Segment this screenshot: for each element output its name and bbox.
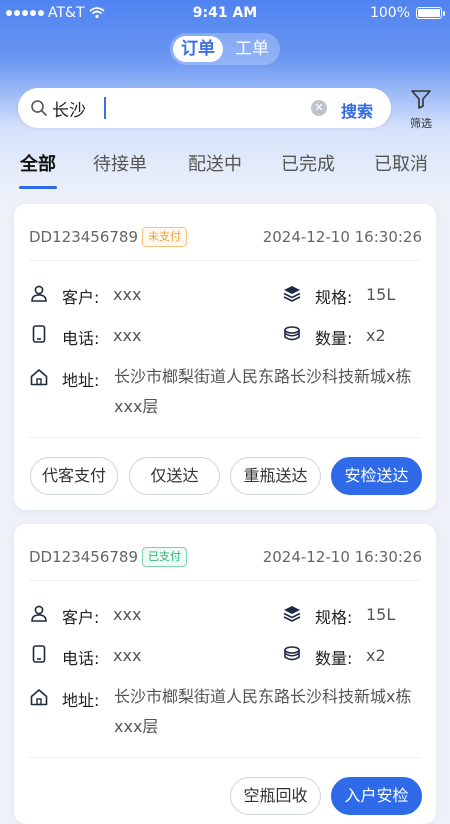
status-right: 100% <box>369 5 445 21</box>
customer-value: xxx <box>113 605 142 624</box>
phone-icon <box>32 325 46 343</box>
divider <box>29 580 421 581</box>
status-badge: 已支付 <box>142 547 187 567</box>
qty-value: x2 <box>366 326 386 345</box>
layers-icon <box>283 606 301 622</box>
search-bar: ✕ 搜索 <box>18 88 391 128</box>
qty-label: 数量: <box>315 649 353 668</box>
filter-button[interactable]: 筛选 <box>405 88 437 131</box>
address-value: 长沙市榔梨街道人民东路长沙科技新城x栋xxx层 <box>114 367 412 416</box>
customer-label: 客户: <box>62 288 100 307</box>
customer-label: 客户: <box>62 608 100 627</box>
status-bar: AT&T 9:41 AM 100% <box>0 0 450 28</box>
tab-completed[interactable]: 已完成 <box>281 150 335 176</box>
tab-work-orders[interactable]: 工单 <box>227 36 277 62</box>
layers-icon <box>283 286 301 302</box>
phone-label: 电话: <box>62 329 100 348</box>
tab-cancelled[interactable]: 已取消 <box>374 150 428 176</box>
qty-value: x2 <box>366 646 386 665</box>
phone-value: xxx <box>113 326 142 345</box>
active-tab-indicator <box>19 186 57 189</box>
address-label: 地址: <box>62 691 100 710</box>
battery-icon <box>416 7 445 19</box>
home-icon <box>30 369 48 386</box>
empty-bottle-recycle-button[interactable]: 空瓶回收 <box>230 777 321 815</box>
spec-label: 规格: <box>315 288 353 307</box>
battery-percent: 100% <box>369 5 410 21</box>
order-card[interactable]: DD123456789 未支付 2024-12-10 16:30:26 客户: … <box>14 204 436 510</box>
top-segment: 订单 工单 <box>170 33 280 65</box>
customer-value: xxx <box>113 285 142 304</box>
spec-value: 15L <box>366 605 396 624</box>
tab-all[interactable]: 全部 <box>20 150 56 176</box>
user-icon <box>31 285 47 302</box>
divider <box>29 260 421 261</box>
phone-value: xxx <box>113 646 142 665</box>
clear-icon[interactable]: ✕ <box>311 100 327 116</box>
cylinder-icon <box>284 326 300 341</box>
order-time: 2024-12-10 16:30:26 <box>262 228 422 246</box>
order-time: 2024-12-10 16:30:26 <box>262 548 422 566</box>
user-icon <box>31 605 47 622</box>
search-icon <box>31 100 47 116</box>
order-number: DD123456789 <box>29 228 138 246</box>
filter-label: 筛选 <box>410 117 432 130</box>
order-number: DD123456789 <box>29 548 138 566</box>
spec-value: 15L <box>366 285 396 304</box>
home-icon <box>30 689 48 706</box>
qty-label: 数量: <box>315 329 353 348</box>
status-tabs: 全部 待接单 配送中 已完成 已取消 <box>0 145 450 190</box>
deliver-only-button[interactable]: 仅送达 <box>129 457 220 495</box>
filter-icon <box>411 90 431 109</box>
tab-orders[interactable]: 订单 <box>173 36 223 62</box>
address-value: 长沙市榔梨街道人民东路长沙科技新城x栋xxx层 <box>114 687 412 736</box>
phone-label: 电话: <box>62 649 100 668</box>
order-card[interactable]: DD123456789 已支付 2024-12-10 16:30:26 客户: … <box>14 524 436 824</box>
phone-icon <box>32 645 46 663</box>
text-caret <box>104 97 106 119</box>
full-bottle-deliver-button[interactable]: 重瓶送达 <box>230 457 321 495</box>
pay-for-customer-button[interactable]: 代客支付 <box>30 457 118 495</box>
divider <box>29 437 421 438</box>
divider <box>29 757 421 758</box>
search-input[interactable] <box>52 96 312 120</box>
cylinder-icon <box>284 646 300 661</box>
status-badge: 未支付 <box>142 227 187 247</box>
search-button[interactable]: 搜索 <box>341 98 373 122</box>
inspect-deliver-button[interactable]: 安检送达 <box>331 457 422 495</box>
home-inspection-button[interactable]: 入户安检 <box>331 777 422 815</box>
address-label: 地址: <box>62 371 100 390</box>
tab-pending[interactable]: 待接单 <box>93 150 147 176</box>
tab-delivering[interactable]: 配送中 <box>188 150 242 176</box>
spec-label: 规格: <box>315 608 353 627</box>
